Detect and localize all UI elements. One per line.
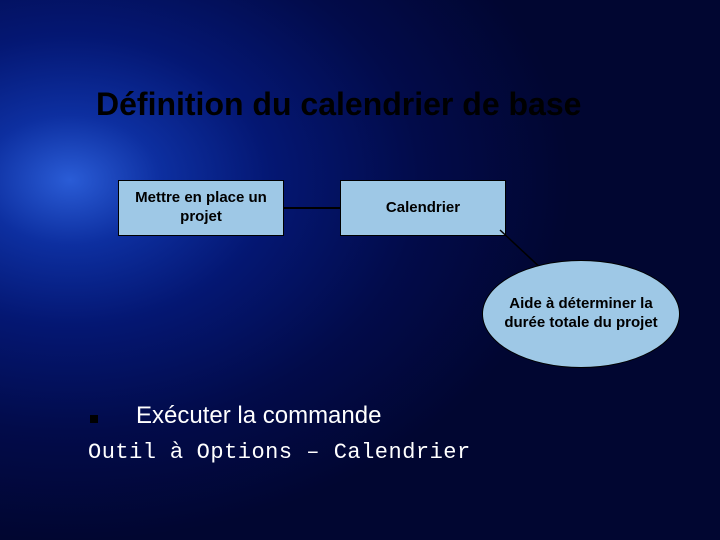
callout-text: Aide à déterminer la durée totale du pro… [501,295,661,333]
box-project-setup: Mettre en place un projet [118,180,284,236]
command-part1: Outil [88,440,170,465]
bullet-text: Exécuter la commande [136,402,381,430]
command-part2: Options – Calendrier [183,440,471,465]
connector-line [284,207,340,209]
box-calendar-label: Calendrier [386,199,460,218]
bullet-icon [90,415,98,423]
arrow-icon: à [170,438,183,463]
slide: Définition du calendrier de base Mettre … [0,0,720,540]
box-calendar: Calendrier [340,180,506,236]
command-line: Outil à Options – Calendrier [88,438,471,465]
box-project-setup-label: Mettre en place un projet [125,189,277,227]
callout-bubble: Aide à déterminer la durée totale du pro… [482,260,680,368]
bullet-row: Exécuter la commande [90,402,381,430]
slide-title: Définition du calendrier de base [96,86,581,123]
